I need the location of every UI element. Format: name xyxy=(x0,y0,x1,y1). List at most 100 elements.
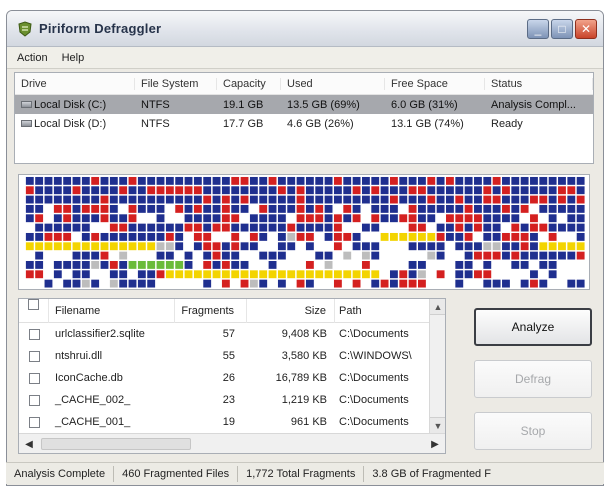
col-size[interactable]: Size xyxy=(247,299,335,323)
col-drive[interactable]: Drive xyxy=(15,77,135,90)
file-row[interactable]: IconCache.db 26 16,789 KB C:\Documents xyxy=(19,367,445,389)
disk-block xyxy=(221,223,230,232)
disk-block xyxy=(147,195,156,204)
disk-block xyxy=(389,214,398,223)
disk-block xyxy=(371,176,380,185)
file-row[interactable]: _CACHE_001_ 19 961 KB C:\Documents xyxy=(19,411,445,433)
disk-block xyxy=(530,186,538,195)
file-size: 16,789 KB xyxy=(275,372,327,384)
file-checkbox[interactable] xyxy=(28,394,40,406)
minimize-button[interactable]: _ xyxy=(527,18,549,39)
analyze-button[interactable]: Analyze xyxy=(474,308,592,346)
disk-block xyxy=(231,223,240,232)
disk-block xyxy=(277,251,286,260)
disk-block xyxy=(380,270,389,279)
col-free-space[interactable]: Free Space xyxy=(385,77,485,90)
disk-block xyxy=(128,204,137,213)
disk-block xyxy=(399,223,408,232)
disk-block xyxy=(539,251,548,260)
scroll-down-arrow-icon[interactable]: ▼ xyxy=(430,417,445,433)
col-filename[interactable]: Filename xyxy=(49,299,175,323)
col-status[interactable]: Status xyxy=(485,77,593,90)
disk-block xyxy=(558,251,566,260)
file-row[interactable]: urlclassifier2.sqlite 57 9,408 KB C:\Docume… xyxy=(19,323,445,345)
disk-block xyxy=(399,186,408,195)
disk-block xyxy=(511,242,520,251)
disk-block xyxy=(165,176,174,185)
horizontal-scrollbar[interactable]: ◀ ▶ xyxy=(19,433,445,453)
menu-help[interactable]: Help xyxy=(62,52,85,64)
disk-block xyxy=(25,232,34,241)
disk-block xyxy=(324,214,333,223)
disk-block xyxy=(352,214,361,223)
disk-block xyxy=(91,223,100,232)
col-file-system[interactable]: File System xyxy=(135,77,217,90)
disk-block xyxy=(175,251,184,260)
file-row[interactable]: ntshrui.dll 55 3,580 KB C:\WINDOWS\ xyxy=(19,345,445,367)
disk-block xyxy=(268,279,277,288)
disk-block xyxy=(100,232,109,241)
disk-block xyxy=(287,176,296,185)
disk-block xyxy=(446,232,454,241)
disk-block xyxy=(520,186,529,195)
file-row[interactable]: _CACHE_002_ 23 1,219 KB C:\Documents xyxy=(19,389,445,411)
drive-row-c[interactable]: Local Disk (C:) NTFS 19.1 GB 13.5 GB (69… xyxy=(15,95,593,114)
disk-block xyxy=(100,251,109,260)
disk-block xyxy=(418,214,426,223)
disk-block xyxy=(44,251,53,260)
disk-block xyxy=(343,195,352,204)
scroll-up-arrow-icon[interactable]: ▲ xyxy=(430,299,445,315)
disk-block xyxy=(455,279,464,288)
disk-block xyxy=(277,214,286,223)
disk-block xyxy=(511,214,520,223)
col-capacity[interactable]: Capacity xyxy=(217,77,281,90)
disk-block xyxy=(165,214,174,223)
disk-block xyxy=(324,242,333,251)
select-all-checkbox[interactable] xyxy=(28,299,39,310)
disk-block xyxy=(212,242,221,251)
menu-action[interactable]: Action xyxy=(17,52,48,64)
disk-block xyxy=(502,186,510,195)
disk-block xyxy=(483,251,492,260)
drive-file-system: NTFS xyxy=(141,117,170,130)
close-button[interactable]: ✕ xyxy=(575,18,597,39)
disk-block xyxy=(399,270,408,279)
file-checkbox[interactable] xyxy=(28,416,40,428)
disk-block xyxy=(35,223,44,232)
disk-block xyxy=(464,186,473,195)
disk-block xyxy=(287,270,296,279)
disk-block xyxy=(492,270,501,279)
scroll-right-arrow-icon[interactable]: ▶ xyxy=(427,436,443,452)
maximize-button[interactable]: □ xyxy=(551,18,573,39)
horizontal-scroll-thumb[interactable] xyxy=(41,438,191,450)
disk-block xyxy=(91,270,100,279)
disk-block xyxy=(147,223,156,232)
drive-row-d[interactable]: Local Disk (D:) NTFS 17.7 GB 4.6 GB (26%… xyxy=(15,114,593,133)
disk-block xyxy=(408,195,417,204)
disk-block xyxy=(184,186,193,195)
disk-block xyxy=(259,279,268,288)
scroll-left-arrow-icon[interactable]: ◀ xyxy=(21,436,37,452)
disk-block xyxy=(175,260,184,269)
file-checkbox[interactable] xyxy=(28,328,40,340)
file-checkbox[interactable] xyxy=(28,372,40,384)
disk-block xyxy=(530,270,538,279)
stop-button[interactable]: Stop xyxy=(474,412,592,450)
disk-block xyxy=(193,186,202,195)
col-fragments[interactable]: Fragments xyxy=(175,299,247,323)
disk-block xyxy=(147,214,156,223)
disk-block xyxy=(502,204,510,213)
disk-block xyxy=(109,204,118,213)
defrag-button[interactable]: Defrag xyxy=(474,360,592,398)
file-checkbox[interactable] xyxy=(28,350,40,362)
disk-block xyxy=(128,242,137,251)
disk-block xyxy=(511,232,520,241)
disk-block xyxy=(455,232,464,241)
file-rows: urlclassifier2.sqlite 57 9,408 KB C:\Docume… xyxy=(19,323,445,433)
col-path[interactable]: Path xyxy=(335,299,415,323)
disk-block xyxy=(380,251,389,260)
col-used[interactable]: Used xyxy=(281,77,385,90)
vertical-scrollbar[interactable]: ▲ ▼ xyxy=(429,299,445,433)
disk-block xyxy=(212,251,221,260)
disk-block xyxy=(343,242,352,251)
